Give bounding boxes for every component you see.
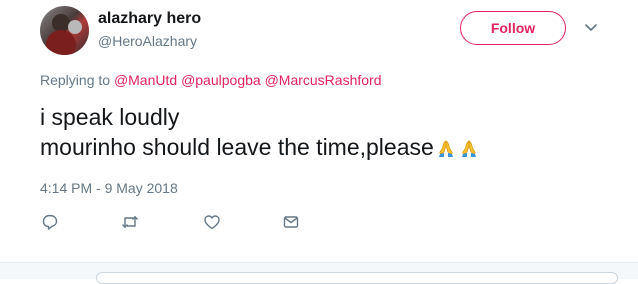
user-handle[interactable]: @HeroAlazhary bbox=[98, 33, 197, 49]
direct-message-icon[interactable] bbox=[281, 212, 301, 232]
tweet-text-line: mourinho should leave the time,please bbox=[40, 132, 480, 162]
like-icon[interactable] bbox=[202, 212, 222, 232]
tweet-timestamp[interactable]: 4:14 PM - 9 May 2018 bbox=[40, 180, 178, 196]
follow-button[interactable]: Follow bbox=[460, 11, 566, 45]
folded-hands-icon bbox=[461, 140, 476, 157]
mention-link[interactable]: @paulpogba bbox=[181, 72, 261, 88]
mention-link[interactable]: @ManUtd bbox=[114, 72, 177, 88]
mention-link[interactable]: @MarcusRashford bbox=[265, 72, 382, 88]
reply-input[interactable] bbox=[96, 272, 618, 284]
folded-hands-icon bbox=[438, 140, 453, 157]
reply-icon[interactable] bbox=[40, 212, 60, 232]
avatar[interactable] bbox=[40, 6, 89, 55]
display-name[interactable]: alazhary hero bbox=[98, 10, 201, 28]
tweet-text-line-content: mourinho should leave the time,please bbox=[40, 134, 434, 160]
retweet-icon[interactable] bbox=[120, 212, 140, 232]
tweet-text-line: i speak loudly bbox=[40, 104, 180, 130]
chevron-down-icon[interactable] bbox=[584, 20, 598, 34]
tweet-text: i speak loudly mourinho should leave the… bbox=[40, 102, 480, 162]
reply-context-prefix: Replying to bbox=[40, 72, 111, 88]
reply-context: Replying to @ManUtd @paulpogba @MarcusRa… bbox=[40, 72, 382, 88]
